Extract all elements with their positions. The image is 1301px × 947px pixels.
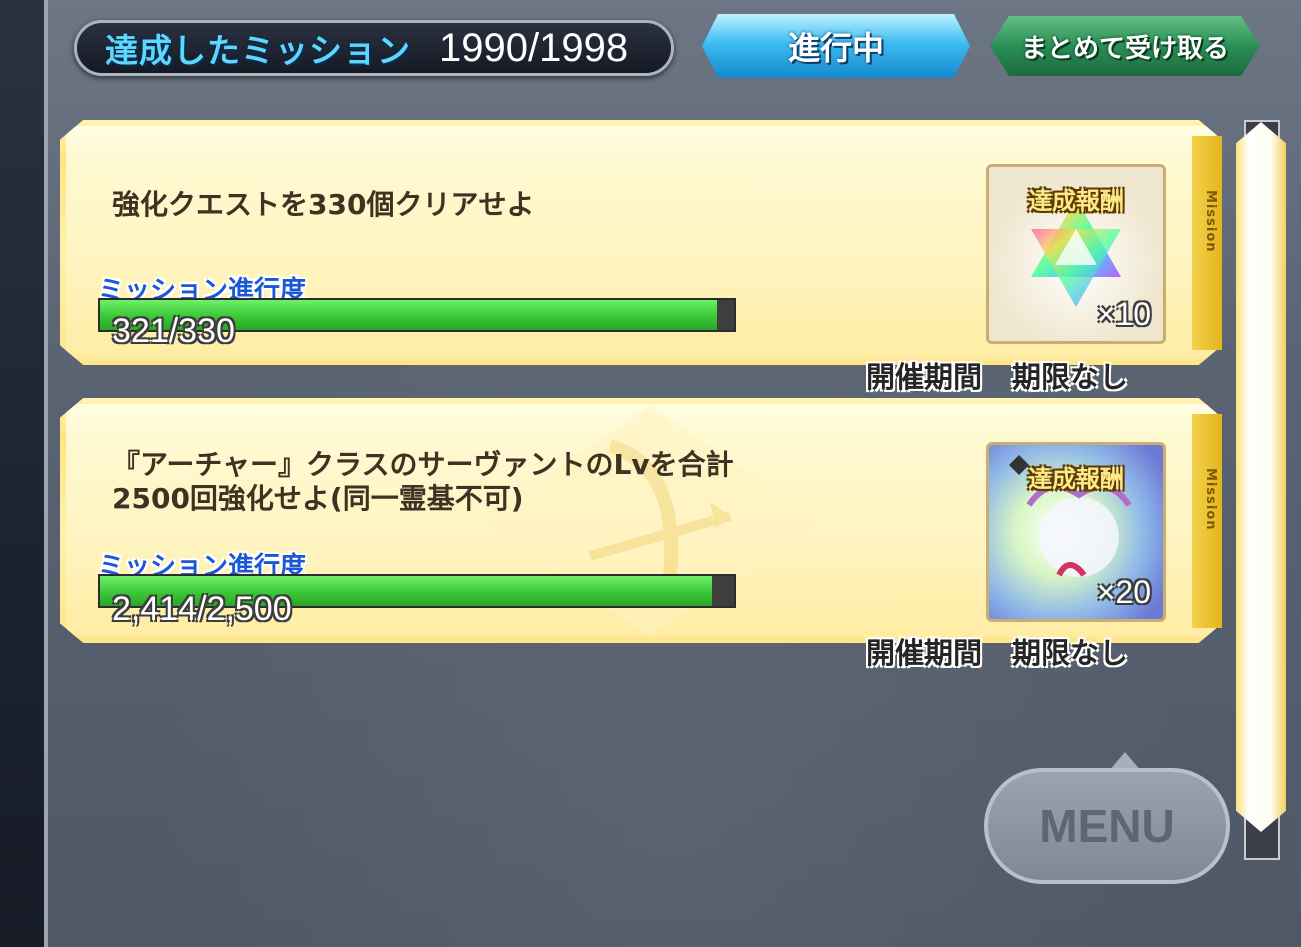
- mission-card[interactable]: Mission 強化クエストを330個クリアせよ ミッション進行度 321/33…: [60, 120, 1222, 394]
- tab-label: 進行中: [787, 29, 884, 67]
- mission-card[interactable]: Mission 『アーチャー』クラスのサーヴァントのLvを合計 2500回強化せ…: [60, 398, 1222, 670]
- achieved-missions-header: 達成したミッション 1990/1998: [74, 20, 674, 76]
- mission-description: 『アーチャー』クラスのサーヴァントのLvを合計 2500回強化せよ(同一霊基不可…: [112, 448, 734, 516]
- tab-in-progress[interactable]: 進行中: [702, 14, 970, 78]
- reward-label: 達成報酬: [1028, 187, 1124, 215]
- reward-quantity: ×20: [1096, 574, 1151, 610]
- reward-quantity: ×10: [1096, 296, 1151, 332]
- reward-label: 達成報酬: [1028, 465, 1124, 493]
- period-label: 開催期間: [866, 636, 983, 670]
- card-side-label: Mission: [1203, 190, 1218, 253]
- background-left: [0, 0, 46, 947]
- menu-button[interactable]: MENU: [984, 768, 1230, 884]
- period-label: 開催期間: [866, 360, 983, 394]
- mission-period: 開催期間 期限なし: [866, 630, 1128, 672]
- progress-text: 321/330: [112, 312, 235, 350]
- mission-description: 強化クエストを330個クリアせよ: [112, 188, 535, 221]
- period-value: 期限なし: [1012, 636, 1129, 670]
- mission-description-line: 2500回強化せよ(同一霊基不可): [112, 482, 524, 515]
- reward-box[interactable]: 達成報酬 ×10: [986, 164, 1166, 344]
- collect-button-label: まとめて受け取る: [1020, 33, 1229, 64]
- collect-all-button[interactable]: まとめて受け取る: [990, 16, 1260, 76]
- mission-period: 開催期間 期限なし: [866, 354, 1128, 396]
- scrollbar-thumb[interactable]: [1236, 122, 1286, 832]
- card-side-label: Mission: [1203, 468, 1218, 531]
- progress-text: 2,414/2,500: [112, 590, 292, 628]
- header-title: 達成したミッション: [105, 31, 411, 70]
- period-value: 期限なし: [1012, 360, 1129, 394]
- background-divider: [44, 0, 48, 947]
- reward-box[interactable]: 達成報酬 ×20: [986, 442, 1166, 622]
- header-count: 1990/1998: [439, 25, 629, 70]
- mission-description-line: 『アーチャー』クラスのサーヴァントのLvを合計: [112, 448, 734, 481]
